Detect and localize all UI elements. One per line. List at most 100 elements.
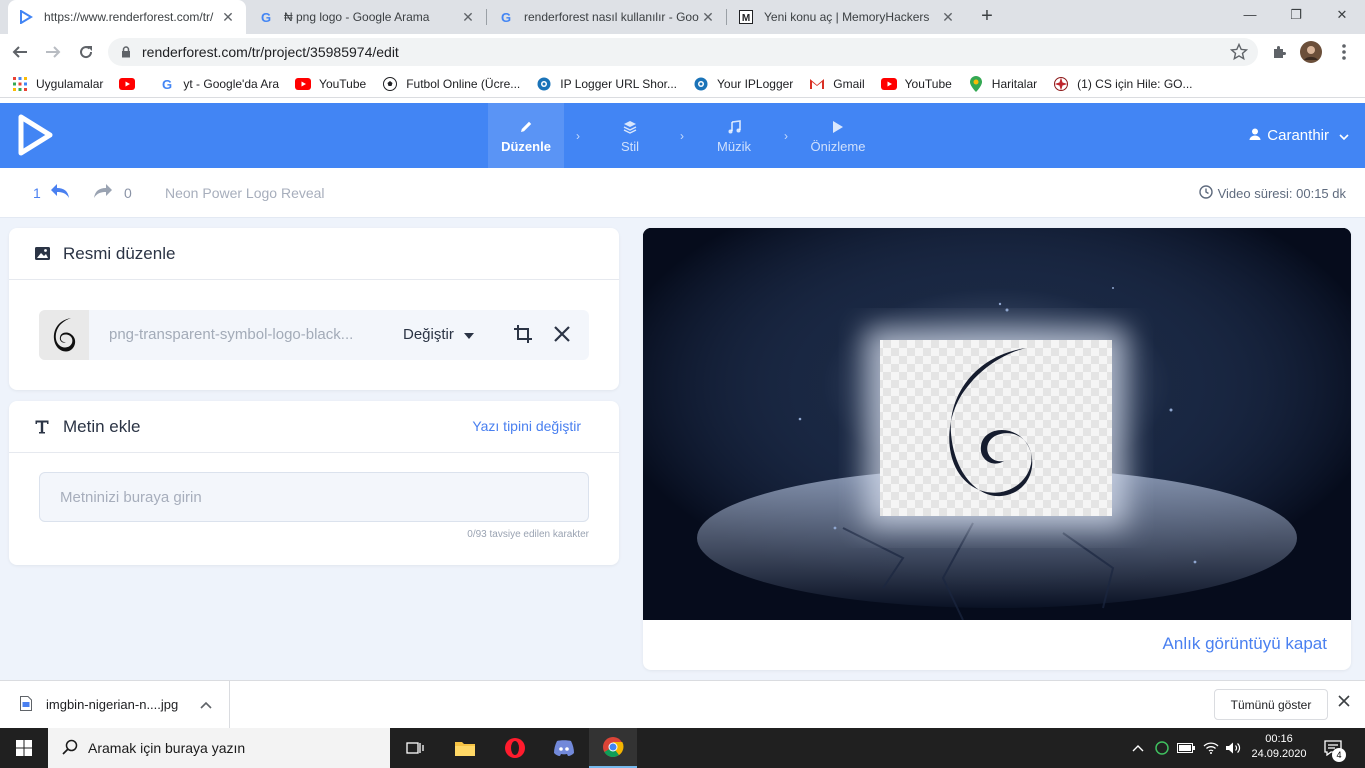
tab-renderforest[interactable]: https://www.renderforest.com/tr/ ✕ [8,0,246,34]
music-note-icon [727,118,741,136]
close-window-button[interactable]: ✕ [1319,4,1365,26]
bookmark-apps[interactable]: Uygulamalar [12,76,103,92]
back-button[interactable] [8,40,32,64]
system-clock[interactable]: 00:16 24.09.2020 [1246,732,1312,762]
reload-button[interactable] [74,40,98,64]
football-icon [382,76,398,92]
clock-time: 00:16 [1265,733,1293,745]
close-icon[interactable] [553,325,571,346]
google-icon: G [159,76,175,92]
windows-logo-icon [16,740,32,756]
tab-png-logo[interactable]: G ₦ png logo - Google Arama ✕ [248,0,486,34]
bookmark-yt-google[interactable]: G yt - Google'da Ara [159,76,279,92]
minimize-window-button[interactable]: — [1227,4,1273,26]
chrome-icon[interactable] [589,728,637,768]
crop-icon[interactable] [513,324,533,347]
file-explorer-icon[interactable] [441,728,489,768]
tab-memoryhackers[interactable]: M Yeni konu aç | MemoryHackers ✕ [728,0,966,34]
undo-icon[interactable] [49,182,71,203]
address-bar[interactable]: renderforest.com/tr/project/35985974/edi… [108,38,1258,66]
download-item[interactable]: imgbin-nigerian-n....jpg [0,681,230,728]
search-placeholder: Aramak için buraya yazın [88,740,246,756]
bookmark-label: Haritalar [991,76,1038,91]
forward-arrow-icon [46,46,61,58]
redo-icon[interactable] [92,182,114,203]
play-icon [832,118,844,136]
tab-close-icon[interactable]: ✕ [940,9,956,26]
app-status-icon[interactable] [1152,728,1172,768]
browser-tab-strip: https://www.renderforest.com/tr/ ✕ G ₦ p… [0,0,1365,34]
step-preview[interactable]: Önizleme [800,103,876,168]
bookmark-cs-hile[interactable]: (1) CS için Hile: GO... [1053,76,1193,92]
iplogger-icon [536,76,552,92]
volume-icon[interactable] [1222,728,1244,768]
browser-menu-button[interactable] [1332,40,1356,64]
extensions-button[interactable] [1267,40,1291,64]
bookmark-maps[interactable]: Haritalar [968,75,1038,92]
editor-subheader: 1 0 Neon Power Logo Reveal Video süresi:… [0,168,1365,218]
puzzle-icon [1274,46,1286,58]
tab-title: https://www.renderforest.com/tr/ [44,10,214,24]
text-type-icon [33,420,51,434]
add-text-card: Metin ekle Yazı tipini değiştir 0/93 tav… [9,401,619,565]
layers-icon [623,118,637,136]
bookmark-iplogger-url[interactable]: IP Logger URL Shor... [536,76,677,92]
tab-close-icon[interactable]: ✕ [220,9,236,26]
image-thumbnail[interactable] [39,310,89,360]
notification-center-icon[interactable] [1318,728,1348,768]
address-url: renderforest.com/tr/project/35985974/edi… [142,44,399,60]
change-label: Değiştir [403,326,454,343]
close-icon[interactable] [1338,695,1350,710]
bookmark-gmail[interactable]: Gmail [809,76,865,92]
tab-renderforest-search[interactable]: G renderforest nasıl kullanılır - Goo ✕ [488,0,726,34]
file-icon [20,695,32,714]
profile-avatar[interactable] [1299,40,1323,64]
windows-start-button[interactable] [0,728,48,768]
step-chevron-icon: › [576,128,580,143]
bookmark-youtube[interactable]: YouTube [295,76,366,92]
character-hint: 0/93 tavsiye edilen karakter [467,529,589,540]
editor-main: Resmi düzenle png-transparent-symbol-log… [0,218,1365,680]
user-menu[interactable]: Caranthir [1249,103,1349,168]
bookmark-label: YouTube [904,76,952,91]
bookmark-youtube-short[interactable] [119,76,143,92]
show-hidden-icons-chevron-icon[interactable] [1128,728,1148,768]
renderforest-logo-icon[interactable] [16,113,56,160]
spiral-logo-icon [53,318,76,352]
image-file-name: png-transparent-symbol-logo-black... [109,326,354,343]
bookmark-your-iplogger[interactable]: Your IPLogger [693,76,793,92]
download-file-name: imgbin-nigerian-n....jpg [46,697,179,712]
maximize-window-button[interactable]: ❐ [1273,4,1319,26]
youtube-icon [295,76,312,92]
tab-close-icon[interactable]: ✕ [700,9,716,26]
close-snapshot-link[interactable]: Anlık görüntüyü kapat [1163,634,1327,654]
discord-icon[interactable] [540,728,588,768]
bookmark-youtube-2[interactable]: YouTube [880,76,952,92]
step-edit[interactable]: Düzenle [488,103,564,168]
change-font-link[interactable]: Yazı tipini değiştir [472,418,581,434]
tab-separator [726,9,727,25]
forward-button[interactable] [41,40,65,64]
step-label: Önizleme [810,138,866,154]
duration-text: Video süresi: 00:15 dk [1217,186,1346,201]
video-preview[interactable] [643,228,1351,620]
chevron-up-icon[interactable] [200,697,212,712]
bookmark-futbol[interactable]: Futbol Online (Ücre... [382,76,520,92]
lock-icon [122,46,130,58]
battery-icon[interactable] [1175,728,1197,768]
tab-close-icon[interactable]: ✕ [460,9,476,26]
wifi-icon[interactable] [1200,728,1222,768]
bookmark-star-icon[interactable] [1229,42,1249,64]
task-view-icon[interactable] [391,728,439,768]
opera-browser-icon[interactable] [491,728,539,768]
taskbar-search[interactable]: Aramak için buraya yazın [48,728,390,768]
bookmark-label: YouTube [319,76,367,91]
new-tab-button[interactable]: + [976,5,998,27]
step-style[interactable]: Stil [592,103,668,168]
text-input[interactable] [39,472,589,522]
change-image-dropdown[interactable]: Değiştir [403,326,474,343]
show-all-downloads-button[interactable]: Tümünü göster [1214,689,1328,720]
user-icon [1249,127,1261,144]
step-music[interactable]: Müzik [696,103,772,168]
user-name: Caranthir [1267,127,1329,144]
